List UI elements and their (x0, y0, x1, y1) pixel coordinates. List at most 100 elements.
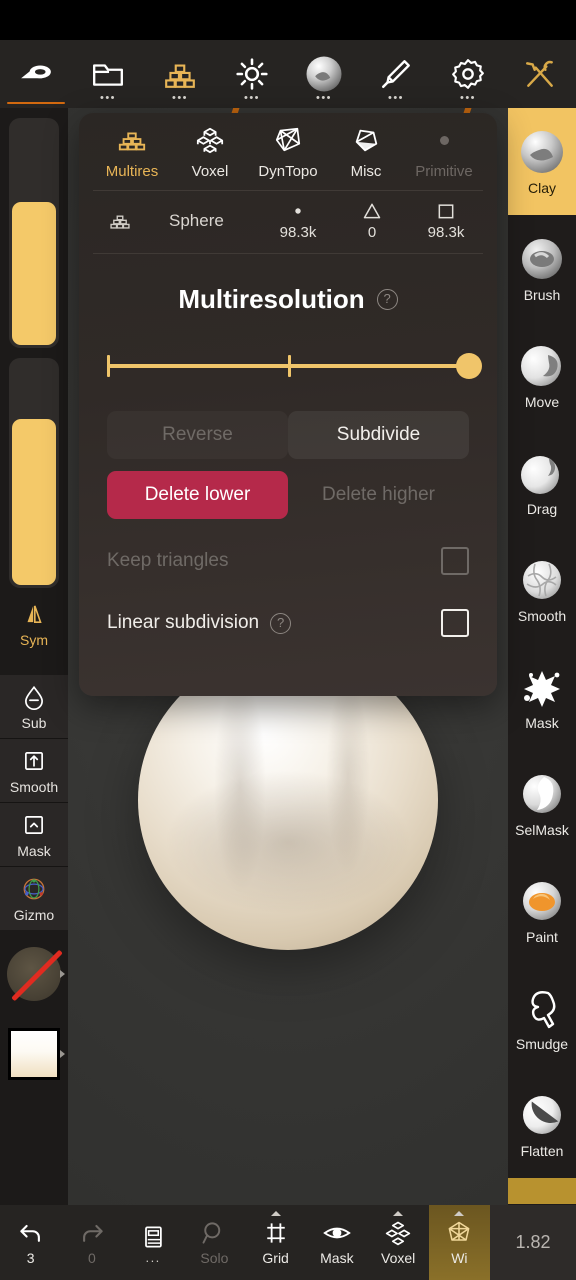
help-icon[interactable]: ? (270, 612, 292, 634)
gizmo-icon (23, 878, 45, 900)
brush-item-paint[interactable]: Paint (508, 857, 576, 964)
mask-label: Mask (320, 1250, 354, 1266)
brush-item-next-partial[interactable] (508, 1178, 576, 1204)
sidebar-item-gizmo[interactable]: Gizmo (0, 867, 68, 930)
topbar-item-topology[interactable]: ••• (144, 40, 216, 108)
brush-item-smooth[interactable]: Smooth (508, 536, 576, 643)
help-icon[interactable]: ? (376, 289, 398, 310)
brush-radius-slider[interactable] (9, 118, 59, 348)
eye-icon (323, 1227, 351, 1239)
stat-quads: 98.3k (409, 201, 483, 241)
brush-item-flatten[interactable]: Flatten (508, 1071, 576, 1178)
wireframe-button[interactable]: Wi (428, 1205, 490, 1280)
redo-button[interactable]: 0 (61, 1205, 122, 1280)
dot-icon (439, 136, 449, 145)
sidebar-item-label: Smooth (9, 779, 59, 795)
mask-square-icon (25, 816, 43, 834)
topbar-dots: ••• (171, 92, 189, 104)
solo-button[interactable]: Solo (184, 1205, 245, 1280)
mask-brush-icon (524, 670, 560, 707)
stat-triangles: 0 (335, 201, 409, 241)
delete-lower-button[interactable]: Delete lower (107, 471, 288, 519)
page-title: Multiresolution (178, 284, 365, 314)
mask-visibility-button[interactable]: Mask (306, 1205, 367, 1280)
voxel-icon (196, 127, 224, 154)
object-name[interactable]: Sphere (147, 211, 261, 231)
magnifier-icon (202, 1222, 221, 1244)
stat-value: 98.3k (427, 224, 465, 241)
tab-voxel[interactable]: Voxel (171, 125, 249, 180)
tab-dyntopo[interactable]: DynTopo (249, 125, 327, 180)
subdivide-button[interactable]: Subdivide (288, 411, 469, 459)
alpha-swatch[interactable] (0, 930, 68, 1018)
brush-item-clay[interactable]: Clay (508, 108, 576, 215)
alpha-thumbnail (7, 947, 63, 1002)
paint-brush-icon (381, 60, 410, 89)
linear-subdivision-checkbox[interactable] (441, 609, 469, 637)
sidebar-item-symmetry[interactable]: Sym (0, 592, 68, 655)
caret-up-icon (393, 1211, 404, 1216)
voxel-button[interactable]: Voxel (368, 1205, 429, 1280)
sidebar-item-mask[interactable]: Mask (0, 803, 68, 867)
topbar-item-sculpt[interactable] (0, 40, 72, 108)
stat-value: 98.3k (279, 224, 317, 241)
keep-triangles-row[interactable]: Keep triangles (107, 541, 469, 581)
redo-count: 0 (87, 1250, 96, 1266)
topbar-item-settings[interactable]: ••• (432, 40, 504, 108)
sculpt-icon (21, 65, 51, 79)
subdivision-level-slider[interactable] (107, 349, 482, 383)
redo-icon (82, 1224, 103, 1242)
stat-vertices: 98.3k (261, 201, 335, 241)
brush-label: Mask (525, 714, 559, 731)
brush-label: Smooth (517, 607, 567, 624)
vertex-dot-icon (290, 201, 306, 221)
sidebar-item-smooth[interactable]: Smooth (0, 739, 68, 803)
bottom-toolbar: 3 0 ... Solo Grid Mask Voxel Wi 1.82 (0, 1205, 576, 1280)
brush-label: SelMask (515, 821, 569, 838)
tab-label: DynTopo (258, 163, 318, 180)
topbar-item-files[interactable]: ••• (72, 40, 144, 108)
topbar-item-lighting[interactable]: ••• (216, 40, 288, 108)
brush-item-selmask[interactable]: SelMask (508, 750, 576, 857)
sidebar-item-sub[interactable]: Sub (0, 675, 68, 739)
gear-icon (452, 59, 484, 89)
grid-icon (266, 1223, 285, 1243)
material-swatch[interactable] (0, 1018, 68, 1090)
tab-primitive[interactable]: Primitive (405, 125, 483, 180)
slider-fill (12, 419, 56, 585)
topbar-item-tools[interactable] (504, 40, 576, 108)
tab-label: Misc (350, 163, 382, 180)
brush-item-smudge[interactable]: Smudge (508, 964, 576, 1071)
folder-icon (93, 64, 123, 86)
reverse-button[interactable]: Reverse (107, 411, 288, 459)
topbar-item-paint[interactable]: ••• (360, 40, 432, 108)
slider-tick (288, 355, 291, 377)
tab-misc[interactable]: Misc (327, 125, 405, 180)
brush-item-drag[interactable]: Drag (508, 429, 576, 536)
layers-button[interactable]: ... (123, 1205, 184, 1280)
slider-knob[interactable] (456, 353, 482, 379)
brush-intensity-slider[interactable] (9, 358, 59, 588)
keep-triangles-checkbox[interactable] (441, 547, 469, 575)
topbar-item-material[interactable]: ••• (288, 40, 360, 108)
brush-item-mask[interactable]: Mask (508, 643, 576, 750)
disabled-slash-icon (11, 949, 63, 1002)
topbar-dots: ••• (99, 92, 117, 104)
brush-sidebar[interactable]: Clay Brush Move Drag Smooth Mask SelMask… (508, 108, 576, 1205)
left-sidebar: Sym Sub Smooth Mask Gizmo (0, 108, 68, 1205)
material-sphere-icon (306, 56, 342, 92)
stat-value: 0 (367, 224, 377, 241)
undo-icon (19, 1224, 40, 1242)
delete-higher-button[interactable]: Delete higher (288, 471, 469, 519)
brush-item-brush[interactable]: Brush (508, 215, 576, 322)
brush-item-move[interactable]: Move (508, 322, 576, 429)
topbar-active-underline (7, 102, 65, 104)
undo-button[interactable]: 3 (0, 1205, 61, 1280)
linear-subdivision-row[interactable]: Linear subdivision ? (107, 603, 469, 643)
subtract-drop-icon (25, 685, 43, 710)
tab-multires[interactable]: Multires (93, 125, 171, 180)
slider-fill (12, 202, 56, 345)
brush-label: Clay (527, 179, 556, 196)
keep-triangles-label: Keep triangles (107, 550, 229, 571)
grid-button[interactable]: Grid (245, 1205, 306, 1280)
